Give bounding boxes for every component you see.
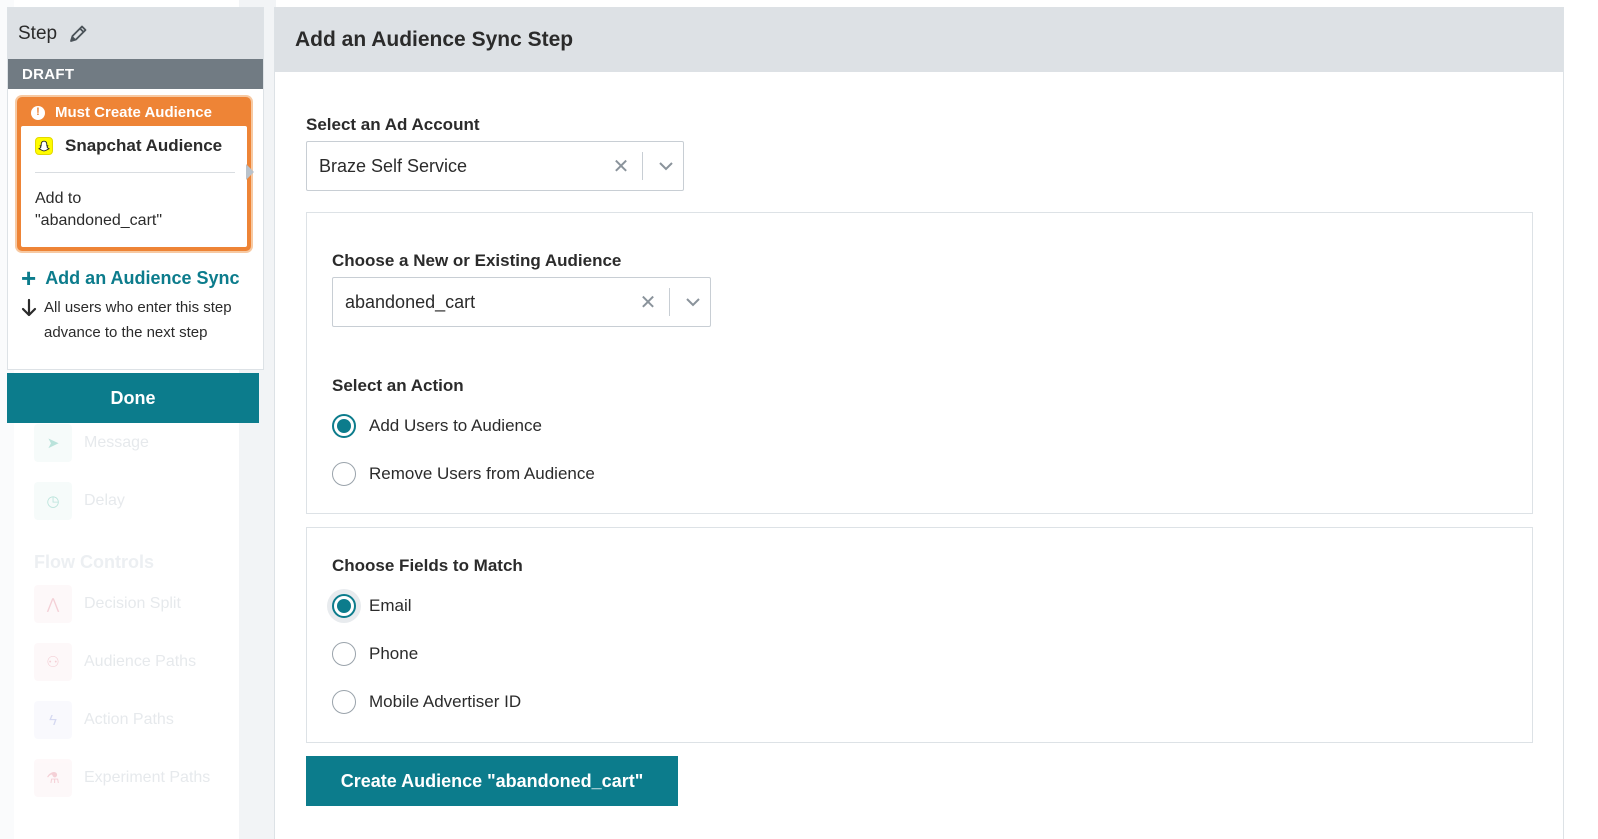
snapchat-ghost-icon [35,137,53,155]
select-divider [669,288,670,316]
add-audience-sync-link[interactable]: + Add an Audience Sync [21,265,240,291]
step-header: Step [8,8,263,59]
audience-select[interactable]: abandoned_cart ✕ [332,277,711,327]
clock-icon: ◷ [34,482,72,520]
radio-button[interactable] [332,690,356,714]
radio-email[interactable]: Email [332,594,412,618]
radio-add-users[interactable]: Add Users to Audience [332,414,542,438]
component-item-experiment-paths[interactable]: ⚗ Experiment Paths [34,759,210,797]
modal-header: Add an Audience Sync Step [275,7,1563,72]
clear-icon[interactable]: ✕ [633,290,663,315]
card-description: Add to "abandoned_cart" [35,173,235,232]
component-label: Message [84,434,149,451]
step-panel: Step DRAFT ! Must Create Audience Snapch… [7,7,264,370]
match-fields-group: Choose Fields to Match Email Phone Mobil… [306,527,1533,743]
bolt-icon: ϟ [34,701,72,739]
radio-label: Email [369,596,412,615]
modal-title: Add an Audience Sync Step [295,27,574,51]
chevron-down-icon[interactable] [649,142,683,190]
radio-phone[interactable]: Phone [332,642,418,666]
component-label: Audience Paths [84,653,197,670]
ad-account-label: Select an Ad Account [306,115,480,134]
card-description-line: Add to [35,190,82,207]
draft-status-bar: DRAFT [8,59,263,89]
card-title-row: Snapchat Audience [35,136,235,173]
split-icon: ⋀ [34,585,72,623]
done-button[interactable]: Done [7,373,259,423]
advance-text: All users who enter this step advance to… [44,299,232,341]
component-item-audience-paths[interactable]: ⚇ Audience Paths [34,643,196,681]
card-body: Snapchat Audience Add to "abandoned_cart… [21,126,247,247]
radio-button[interactable] [332,462,356,486]
plus-icon: + [21,263,37,293]
warning-banner: ! Must Create Audience [19,99,249,126]
select-divider [642,152,643,180]
component-label: Delay [84,492,125,509]
paper-plane-icon: ➤ [34,424,72,462]
radio-label: Phone [369,644,419,663]
component-item-decision-split[interactable]: ⋀ Decision Split [34,585,181,623]
arrow-down-icon [20,298,38,318]
component-item-action-paths[interactable]: ϟ Action Paths [34,701,174,739]
fields-label: Choose Fields to Match [332,556,523,575]
pencil-icon[interactable] [67,23,89,45]
add-audience-sync-label: Add an Audience Sync [45,267,240,288]
flask-icon: ⚗ [34,759,72,797]
step-title: Step [18,22,58,44]
audience-value: abandoned_cart [345,291,476,312]
card-connector-arrow [246,164,254,180]
audience-sync-modal: Add an Audience Sync Step Select an Ad A… [274,7,1564,839]
radio-button[interactable] [332,414,356,438]
radio-mobile-advertiser-id[interactable]: Mobile Advertiser ID [332,690,521,714]
audience-action-group: Choose a New or Existing Audience abando… [306,212,1533,514]
radio-button[interactable] [332,642,356,666]
audience-sync-card[interactable]: ! Must Create Audience Snapchat Audience… [17,97,251,251]
flow-controls-heading: Flow Controls [34,552,154,572]
radio-label: Remove Users from Audience [369,464,595,483]
component-label: Experiment Paths [84,769,211,786]
action-label: Select an Action [332,376,464,395]
radio-remove-users[interactable]: Remove Users from Audience [332,462,595,486]
component-label: Decision Split [84,595,181,612]
ad-account-select[interactable]: Braze Self Service ✕ [306,141,684,191]
card-description-line: "abandoned_cart" [35,212,163,229]
users-icon: ⚇ [34,643,72,681]
component-item-delay[interactable]: ◷ Delay [34,482,125,520]
radio-label: Mobile Advertiser ID [369,692,522,711]
radio-button[interactable] [332,594,356,618]
warning-text: Must Create Audience [55,104,212,121]
component-item-message[interactable]: ➤ Message [34,424,149,462]
audience-label: Choose a New or Existing Audience [332,251,622,270]
exclamation-icon: ! [31,105,45,120]
chevron-down-icon[interactable] [676,278,710,326]
ad-account-value: Braze Self Service [319,155,468,176]
advance-info: All users who enter this step advance to… [20,295,254,345]
clear-icon[interactable]: ✕ [606,154,636,179]
create-audience-button[interactable]: Create Audience "abandoned_cart" [306,756,678,806]
radio-label: Add Users to Audience [369,416,542,435]
component-label: Action Paths [84,711,174,728]
card-title: Snapchat Audience [65,136,223,155]
